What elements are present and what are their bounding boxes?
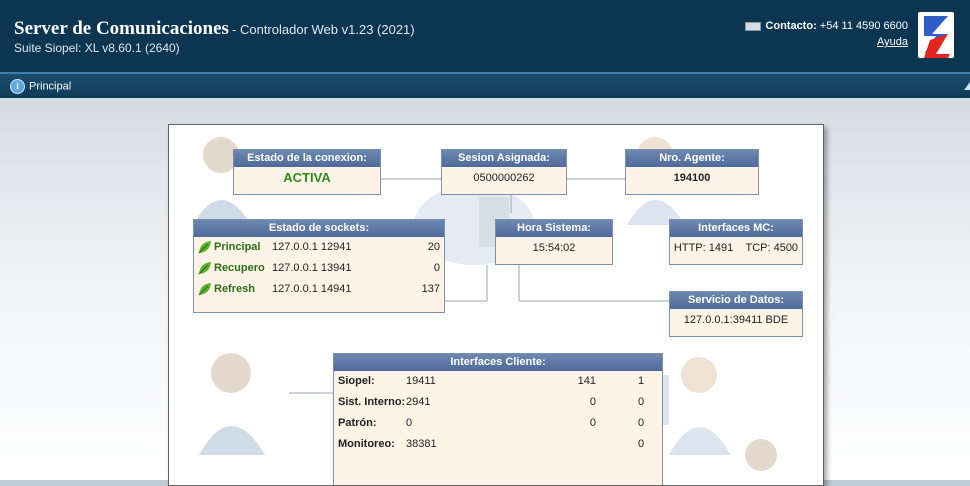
client-port: 0 [406,417,413,429]
socket-row: Recupero 127.0.0.1 13941 0 [194,258,444,279]
leaf-icon [198,283,211,296]
status-panel: Estado de la conexion: ACTIVA Sesion Asi… [168,124,824,486]
client-sessions: 0 [637,438,645,450]
tab-principal[interactable]: i Principal [10,79,71,94]
system-time-box: Hora Sistema: 15:54:02 [495,219,613,265]
socket-row: Refresh 127.0.0.1 14941 137 [194,279,444,300]
socket-address: 127.0.0.1 13941 [272,262,352,274]
session-box: Sesion Asignada: 0500000262 [441,149,567,195]
nav-bar: i Principal [0,74,970,98]
logo-icon [918,12,954,58]
socket-name: Recupero [214,262,265,274]
connection-status-title: Estado de la conexion: [234,150,380,167]
client-sessions: 1 [637,375,645,387]
socket-count: 0 [433,262,440,274]
client-name: Monitoreo: [338,438,395,450]
mc-interfaces-title: Interfaces MC: [670,220,802,237]
data-service-box: Servicio de Datos: 127.0.0.1:39411 BDE [669,291,803,337]
data-service-value: 127.0.0.1:39411 BDE [683,314,789,326]
connection-status-box: Estado de la conexion: ACTIVA [233,149,381,195]
socket-name: Refresh [214,283,255,295]
socket-row: Principal 127.0.0.1 12941 20 [194,237,444,258]
client-port: 38381 [406,438,437,450]
contact-label: Contacto: [765,20,817,32]
leaf-icon [198,241,211,254]
socket-name: Principal [214,241,261,253]
help-link[interactable]: Ayuda [745,36,908,48]
app-title: Server de Comunicaciones [14,18,229,39]
socket-address: 127.0.0.1 14941 [272,283,352,295]
client-name: Sist. Interno: [338,396,406,408]
system-time-title: Hora Sistema: [496,220,612,237]
suite-version: Suite Siopel: XL v8.60.1 (2640) [14,41,180,55]
agent-title: Nro. Agente: [626,150,758,167]
data-service-title: Servicio de Datos: [670,292,802,309]
client-row: Sist. Interno: 2941 0 0 [334,392,662,413]
socket-address: 127.0.0.1 12941 [272,241,352,253]
client-port: 2941 [406,396,431,408]
client-interfaces-box: Interfaces Cliente: Siopel: 19411 141 1 … [333,353,663,485]
contact-phone: +54 11 4590 6600 [819,20,908,32]
brand: Server de Comunicaciones - Controlador W… [14,18,415,55]
system-time-value: 15:54:02 [532,242,576,254]
client-port: 19411 [406,375,436,387]
client-row: Siopel: 19411 141 1 [334,371,662,392]
app-header: Server de Comunicaciones - Controlador W… [0,0,970,74]
client-interfaces-title: Interfaces Cliente: [334,354,662,371]
sockets-box: Estado de sockets: Principal 127.0.0.1 1… [193,219,445,313]
client-name: Siopel: [338,375,375,387]
client-sessions: 0 [637,396,645,408]
sockets-title: Estado de sockets: [194,220,444,237]
client-name: Patrón: [338,417,377,429]
phone-icon [745,21,762,31]
socket-count: 20 [427,241,440,253]
mc-interfaces-value: HTTP: 1491 TCP: 4500 [670,237,802,254]
client-sessions: 0 [637,417,645,429]
contact-info: Contacto: +54 11 4590 6600 Ayuda [745,20,908,48]
info-icon: i [10,79,25,94]
client-connections: 141 [577,375,596,387]
client-connections: 0 [589,417,596,429]
client-connections: 0 [589,396,596,408]
session-value: 0500000262 [473,172,535,184]
mc-tcp: TCP: 4500 [745,242,799,254]
collapse-icon[interactable] [964,82,970,90]
agent-value: 194100 [673,172,711,184]
client-row: Patrón: 0 0 0 [334,413,662,434]
client-row: Monitoreo: 38381 0 [334,434,662,455]
tab-principal-label: Principal [29,80,72,93]
app-subtitle: - Controlador Web v1.23 (2021) [232,22,415,37]
mc-http: HTTP: 1491 [673,242,734,254]
connection-status-value: ACTIVA [283,170,331,185]
socket-count: 137 [421,283,440,295]
leaf-icon [198,262,211,275]
mc-interfaces-box: Interfaces MC: HTTP: 1491 TCP: 4500 [669,219,803,265]
session-title: Sesion Asignada: [442,150,566,167]
agent-box: Nro. Agente: 194100 [625,149,759,195]
